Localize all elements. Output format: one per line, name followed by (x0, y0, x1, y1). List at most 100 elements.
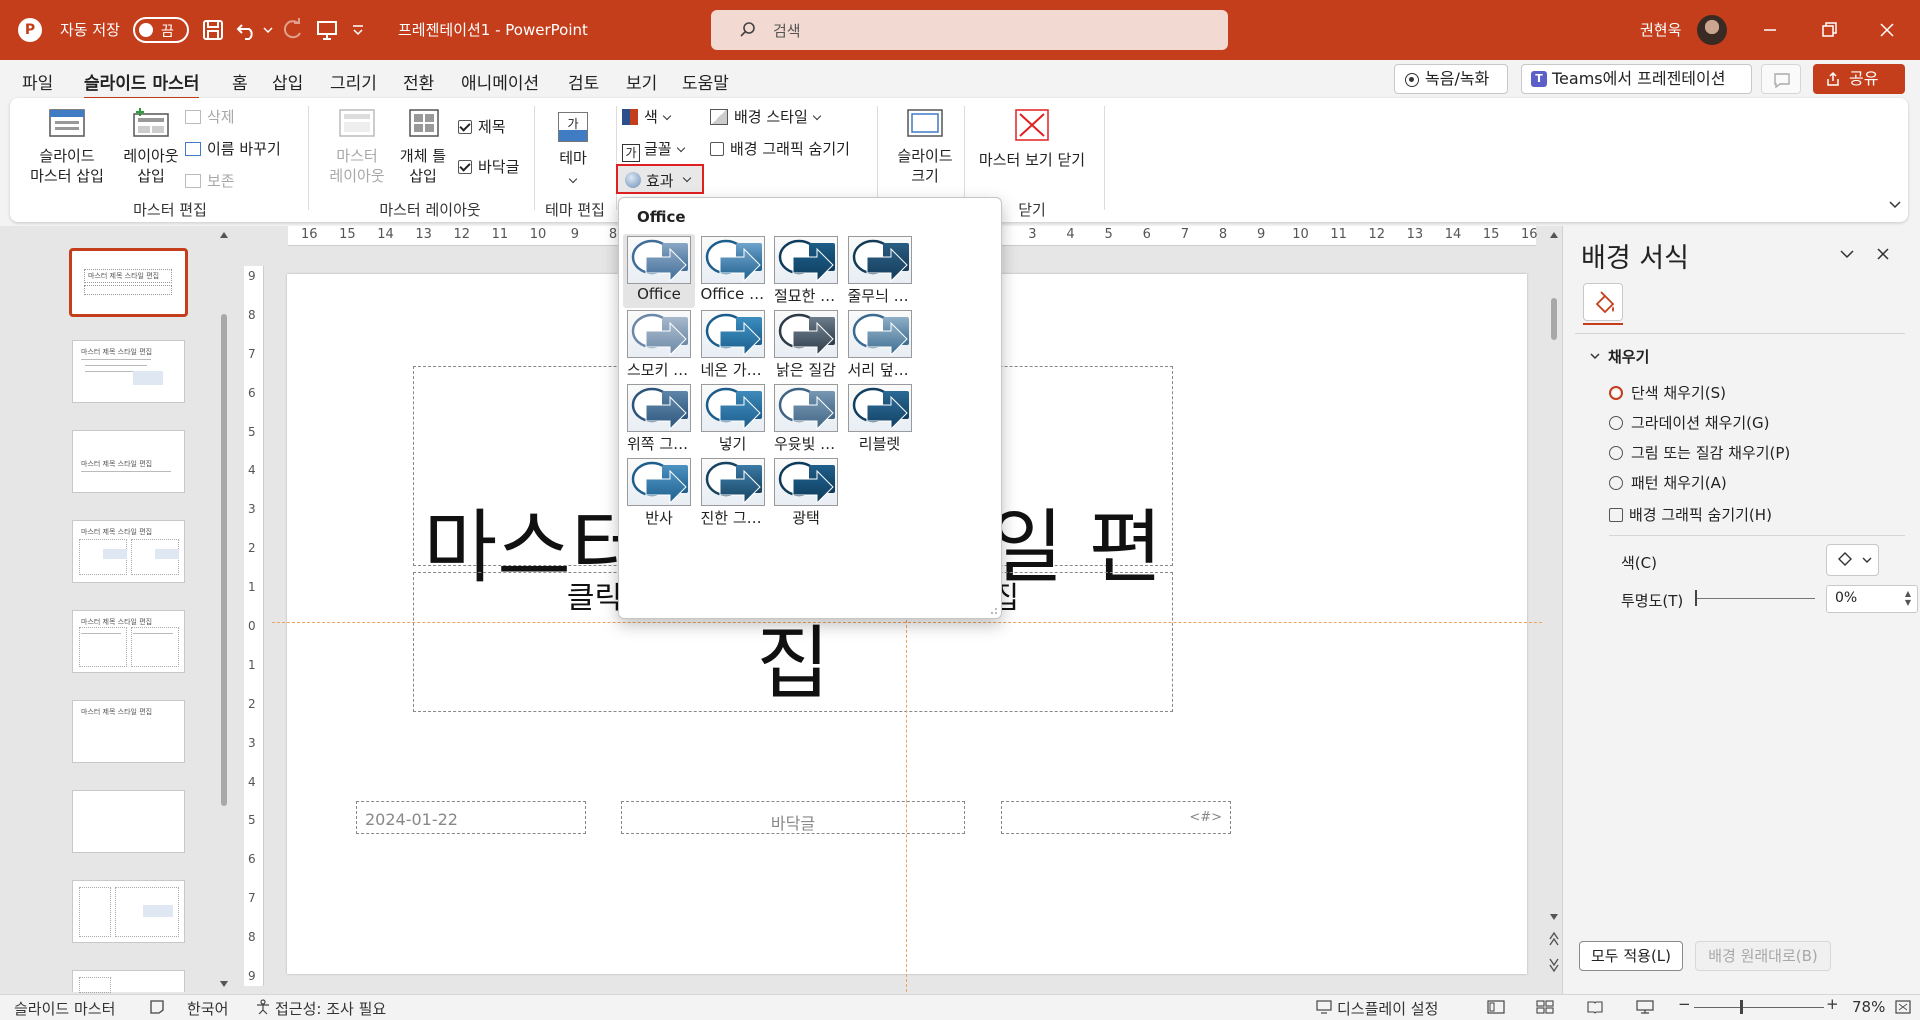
accessibility-icon[interactable] (254, 999, 272, 1015)
presentation-start-icon[interactable] (314, 17, 340, 43)
apply-to-all-button[interactable]: 모두 적용(L) (1579, 941, 1683, 971)
status-display-settings[interactable]: 디스플레이 설정 (1337, 998, 1438, 1019)
effect-option[interactable]: 광택 (770, 456, 842, 530)
main-scrollbar[interactable] (1547, 226, 1561, 992)
status-accessibility[interactable]: 접근성: 조사 필요 (275, 998, 386, 1019)
effect-option[interactable]: Office (623, 234, 695, 308)
date-placeholder[interactable]: 2024-01-22 (356, 801, 586, 834)
colors-button[interactable]: 색 (622, 106, 672, 127)
effect-option[interactable]: 스모키 유... (623, 308, 695, 382)
slide-sorter-icon[interactable] (1536, 999, 1554, 1015)
slide-size-button[interactable]: 슬라이드 크기 (884, 108, 966, 186)
effect-option[interactable]: 리블렛 (844, 382, 916, 456)
fill-option-radio[interactable]: 그라데이션 채우기(G) (1609, 412, 1770, 433)
fit-to-window-icon[interactable] (1894, 999, 1912, 1015)
background-styles-button[interactable]: 배경 스타일 (710, 106, 822, 127)
transparency-slider-thumb[interactable] (1695, 590, 1697, 606)
share-button[interactable]: 공유 (1813, 64, 1905, 94)
rename-button[interactable]: 이름 바꾸기 (185, 138, 281, 159)
save-icon[interactable] (200, 17, 226, 43)
normal-view-icon[interactable] (1487, 999, 1505, 1015)
tab-file[interactable]: 파일 (22, 69, 53, 94)
reading-view-icon[interactable] (1586, 999, 1604, 1015)
thumbnail-slide-master[interactable]: 마스터 제목 스타일 편집 (69, 248, 188, 317)
effect-option[interactable]: 넣기 (697, 382, 769, 456)
zoom-out-icon[interactable]: − (1678, 995, 1691, 1013)
close-master-view-button[interactable]: 마스터 보기 닫기 (970, 108, 1094, 170)
thumbnail-layout-6[interactable] (72, 790, 185, 853)
horizontal-guide[interactable] (272, 622, 1542, 623)
effect-option[interactable]: Office 20... (697, 234, 769, 308)
thumbnail-layout-3[interactable]: 마스터 제목 스타일 편집 (72, 520, 185, 583)
close-icon[interactable] (1872, 15, 1902, 45)
effect-option[interactable]: 절묘한 입... (770, 234, 842, 308)
restore-icon[interactable] (1814, 15, 1844, 45)
footer-checkbox[interactable]: 바닥글 (458, 156, 519, 177)
effect-option[interactable]: 네온 가장... (697, 308, 769, 382)
transparency-slider-track[interactable] (1695, 598, 1815, 599)
delete-button[interactable]: 삭제 (185, 106, 235, 127)
thumbnail-layout-5[interactable]: 마스터 제목 스타일 편집 (72, 700, 185, 763)
thumbnail-layout-8[interactable] (72, 970, 185, 993)
hide-background-graphics-checkbox[interactable]: 배경 그래픽 숨기기 (710, 138, 850, 159)
ribbon-collapse-icon[interactable] (1888, 198, 1902, 212)
thumbnail-layout-7[interactable] (72, 880, 185, 943)
thumbnail-layout-2[interactable]: 마스터 제목 스타일 편집 (72, 430, 185, 493)
status-language[interactable]: 한국어 (187, 998, 228, 1019)
teams-present-button[interactable]: T Teams에서 프레젠테이션 (1521, 64, 1752, 94)
preserve-button[interactable]: 보존 (185, 170, 235, 191)
theme-button[interactable]: 가 테마 (547, 112, 599, 190)
status-zoom[interactable]: 78% (1852, 998, 1885, 1016)
autosave-toggle[interactable]: 끔 (133, 17, 189, 43)
zoom-slider-thumb[interactable] (1740, 1000, 1743, 1014)
effect-option[interactable]: 줄무늬 가... (844, 234, 916, 308)
tab-draw[interactable]: 그리기 (330, 69, 377, 94)
effect-option[interactable]: 반사 (623, 456, 695, 530)
master-layout-button[interactable]: 마스터 레이아웃 (322, 108, 392, 186)
pane-close-icon[interactable] (1875, 246, 1891, 262)
avatar[interactable] (1697, 15, 1727, 45)
display-settings-icon[interactable] (1316, 999, 1334, 1015)
page-number-placeholder[interactable]: <#> (1001, 801, 1231, 834)
effects-button[interactable]: 효과 (616, 164, 704, 194)
fill-option-radio[interactable]: 패턴 채우기(A) (1609, 472, 1727, 493)
reset-background-button[interactable]: 배경 원래대로(B) (1695, 941, 1831, 971)
tab-transitions[interactable]: 전환 (403, 69, 434, 94)
zoom-in-icon[interactable]: + (1826, 995, 1839, 1013)
effect-option[interactable]: 우윳빛 유... (770, 382, 842, 456)
insert-placeholder-button[interactable]: 개체 틀 삽입 (386, 108, 460, 186)
tab-slide-master[interactable]: 슬라이드 마스터 (84, 69, 200, 100)
fill-tab-button[interactable] (1583, 283, 1623, 321)
tab-insert[interactable]: 삽입 (272, 69, 303, 94)
insert-slide-master-button[interactable]: 슬라이드 마스터 삽입 (24, 108, 110, 186)
tab-animations[interactable]: 애니메이션 (461, 69, 539, 94)
hide-bg-graphics-checkbox[interactable]: 배경 그래픽 숨기기(H) (1609, 504, 1772, 525)
zoom-slider-track[interactable] (1694, 1007, 1824, 1008)
pane-options-icon[interactable] (1839, 246, 1855, 262)
minimize-icon[interactable] (1755, 15, 1785, 45)
tab-help[interactable]: 도움말 (682, 69, 729, 94)
redo-icon[interactable] (280, 17, 306, 43)
insert-layout-button[interactable]: 레이아웃 삽입 (114, 108, 188, 186)
comments-button[interactable] (1761, 64, 1801, 94)
effect-option[interactable]: 낡은 질감 (770, 308, 842, 382)
footer-placeholder[interactable]: 바닥글 (621, 801, 965, 834)
undo-icon[interactable] (234, 17, 260, 43)
fonts-button[interactable]: 가 글꼴 (622, 138, 685, 162)
fill-option-radio[interactable]: 그림 또는 질감 채우기(P) (1609, 442, 1790, 463)
customize-toolbar-icon[interactable] (350, 17, 366, 43)
tab-home[interactable]: 홈 (232, 69, 248, 94)
chevron-down-icon[interactable] (1589, 350, 1601, 362)
effect-option[interactable]: 위쪽 그림... (623, 382, 695, 456)
thumbnail-layout-4[interactable]: 마스터 제목 스타일 편집 (72, 610, 185, 673)
fill-option-radio[interactable]: 단색 채우기(S) (1609, 382, 1726, 403)
record-button[interactable]: 녹음/녹화 (1394, 64, 1508, 94)
effect-option[interactable]: 진한 그림... (697, 456, 769, 530)
undo-dropdown-icon[interactable] (262, 17, 274, 43)
notes-icon[interactable] (148, 999, 166, 1015)
thumbnail-layout-1[interactable]: 마스터 제목 스타일 편집 (72, 340, 185, 403)
fill-section-title[interactable]: 채우기 (1608, 346, 1649, 367)
fill-color-picker[interactable] (1826, 544, 1879, 576)
tab-review[interactable]: 검토 (568, 69, 599, 94)
user-name[interactable]: 권현욱 (1640, 19, 1681, 40)
